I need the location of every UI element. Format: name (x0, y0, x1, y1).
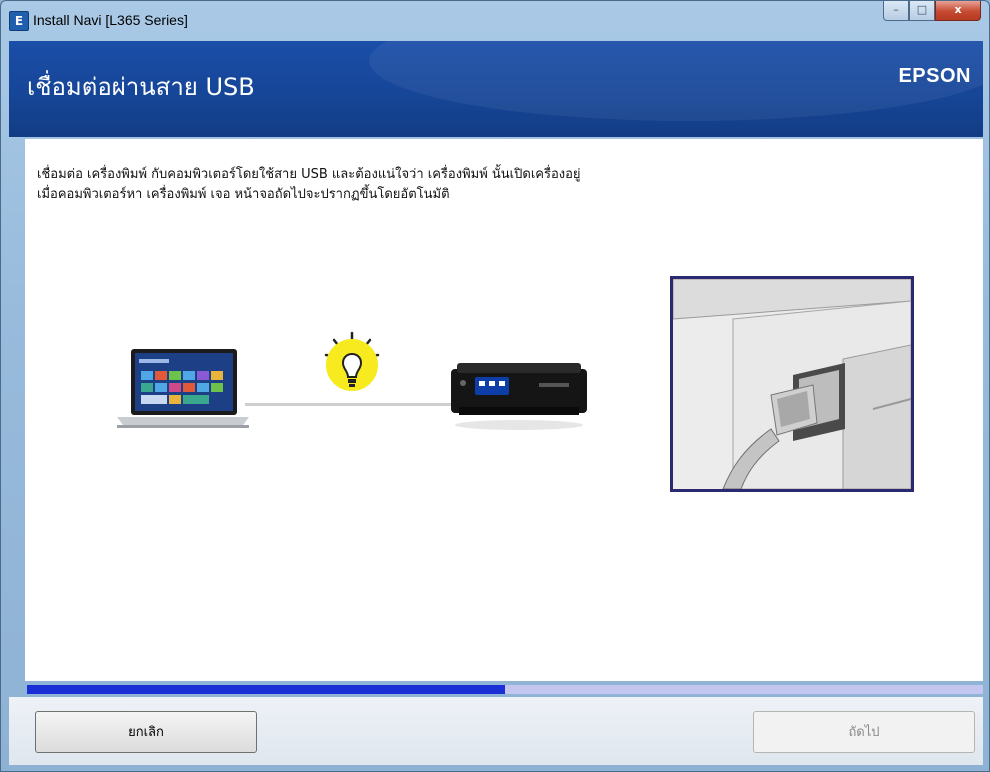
cable-line (245, 403, 473, 406)
maximize-button[interactable]: □ (909, 1, 935, 21)
window-title: Install Navi [L365 Series] (33, 12, 188, 28)
content-panel: เชื่อมต่อ เครื่องพิมพ์ กับคอมพิวเตอร์โดย… (25, 139, 983, 681)
printer-icon (451, 363, 587, 430)
laptop-icon (117, 349, 249, 428)
app-icon: E (9, 11, 29, 31)
installer-window: E Install Navi [L365 Series] – □ x เชื่อ… (0, 0, 990, 772)
progress-fill (27, 685, 505, 694)
title-bar[interactable]: E Install Navi [L365 Series] – □ x (1, 1, 989, 39)
footer-bar: ยกเลิก ถัดไป (9, 697, 983, 765)
usb-cable-icon (673, 279, 911, 489)
header-decoration (369, 41, 983, 121)
lightbulb-icon (324, 331, 380, 391)
page-title: เชื่อมต่อผ่านสาย USB (27, 73, 255, 101)
next-button[interactable]: ถัดไป (753, 711, 975, 753)
cancel-button[interactable]: ยกเลิก (35, 711, 257, 753)
page-header: เชื่อมต่อผ่านสาย USB EPSON (9, 41, 983, 137)
brand-logo: EPSON (898, 65, 971, 87)
instruction-line-2: เมื่อคอมพิวเตอร์หา เครื่องพิมพ์ เจอ หน้า… (37, 187, 450, 202)
instruction-line-1: เชื่อมต่อ เครื่องพิมพ์ กับคอมพิวเตอร์โดย… (37, 167, 581, 182)
close-button[interactable]: x (935, 1, 981, 21)
progress-bar (27, 685, 983, 694)
caption-buttons: – □ x (883, 1, 981, 23)
minimize-button[interactable]: – (883, 1, 909, 21)
usb-port-photo (670, 276, 914, 492)
instruction-text: เชื่อมต่อ เครื่องพิมพ์ กับคอมพิวเตอร์โดย… (37, 165, 581, 205)
